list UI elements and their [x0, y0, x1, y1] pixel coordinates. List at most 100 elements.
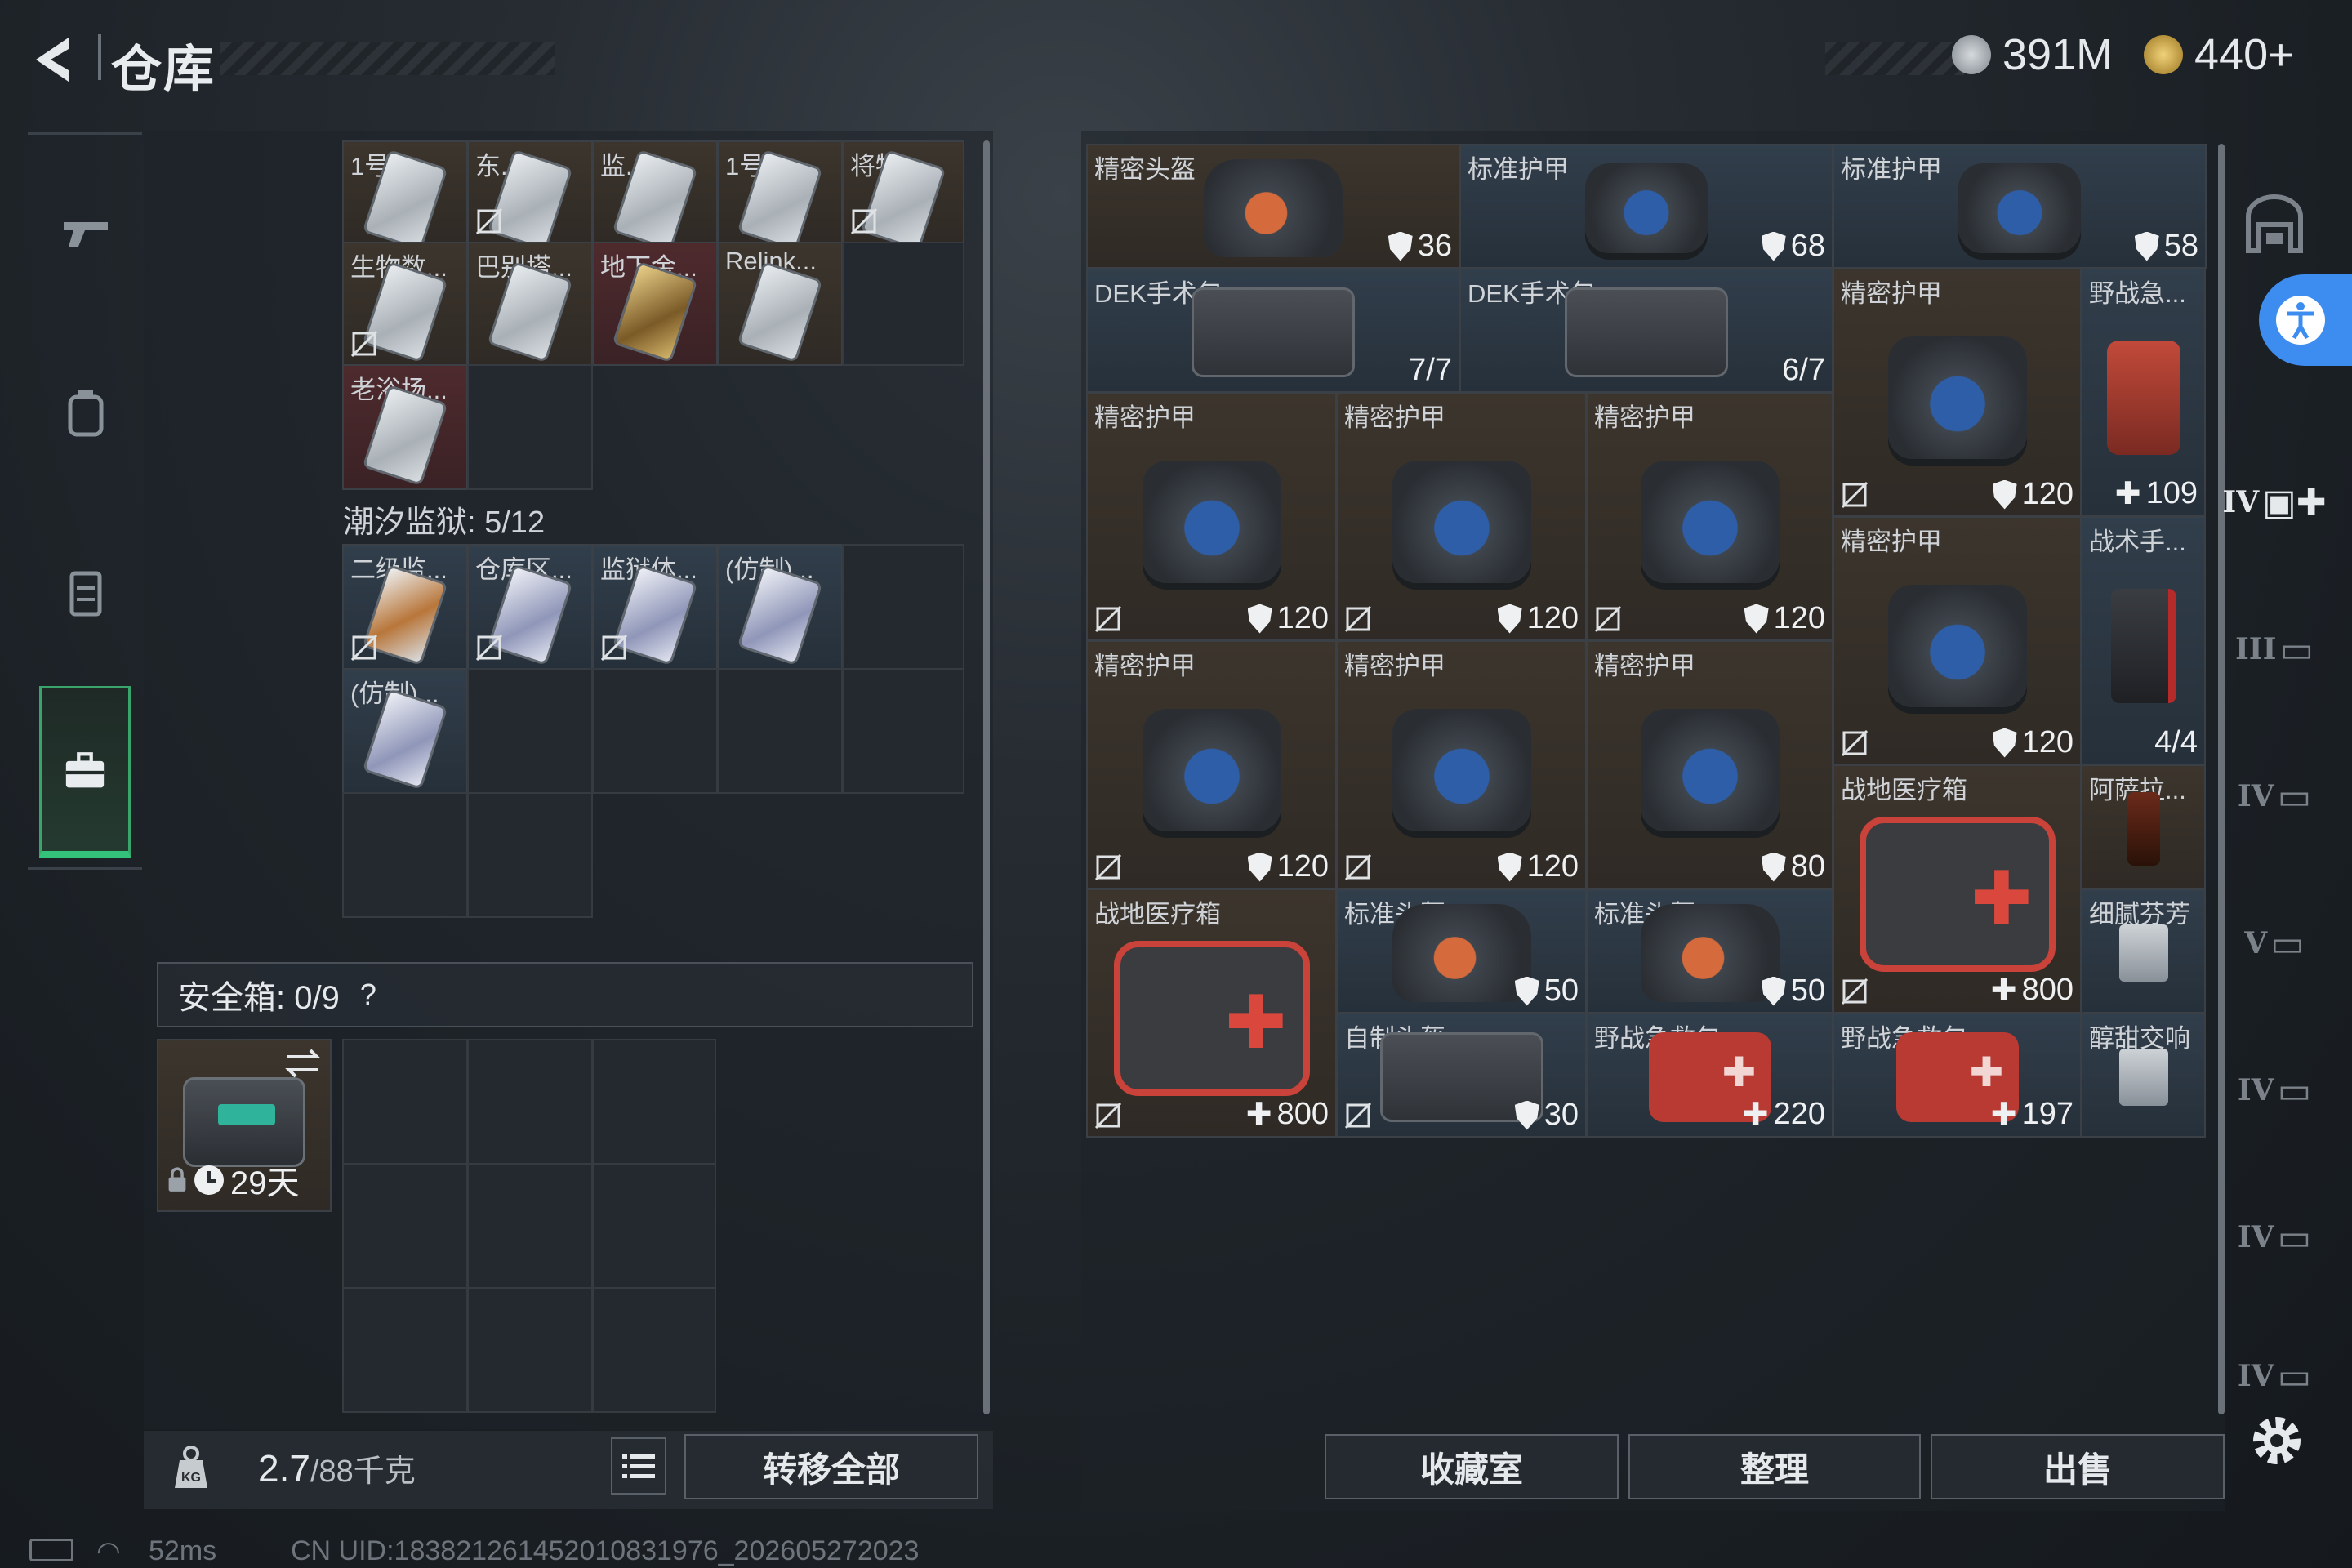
storage-item[interactable]: 细腻芬芳	[2081, 889, 2206, 1013]
storage-item[interactable]: 标准护甲 68	[1459, 144, 1833, 269]
storage-item[interactable]: 战术手... 4/4	[2081, 516, 2206, 765]
stash-item[interactable]: 将物...	[842, 140, 964, 243]
item-value: 120	[1992, 725, 2074, 760]
nav-weapon[interactable]	[49, 196, 122, 270]
stash-item[interactable]: 1号...	[717, 140, 843, 243]
storage-item[interactable]: 精密护甲 120	[1086, 640, 1337, 889]
safebox-slot[interactable]	[467, 1287, 593, 1413]
stash-item[interactable]: 生物数...	[342, 242, 468, 366]
help-button[interactable]: ?	[350, 976, 387, 1013]
safebox-slot[interactable]	[342, 1163, 468, 1289]
settings-button[interactable]	[2244, 1408, 2310, 1473]
storage-item[interactable]: 阿萨拉...	[2081, 764, 2206, 889]
storage-tab[interactable]: V ▭	[2230, 898, 2319, 988]
stash-item[interactable]: (仿制)...	[717, 544, 843, 670]
item-value-text: 800	[1276, 1097, 1329, 1131]
stash-item[interactable]: Relink...	[717, 242, 843, 366]
storage-item[interactable]: 精密护甲 120	[1336, 640, 1587, 889]
stash-item[interactable]: 巴别塔...	[467, 242, 593, 366]
storage-item[interactable]: 标准头盔 50	[1586, 889, 1833, 1013]
empty-slot[interactable]	[842, 544, 964, 670]
empty-slot[interactable]	[842, 242, 964, 366]
storage-tab[interactable]: IV ▭	[2230, 1045, 2319, 1135]
stash-item[interactable]: 老浴场...	[342, 364, 468, 490]
empty-slot[interactable]	[717, 668, 843, 794]
storage-item[interactable]: 精密护甲 120	[1833, 268, 2082, 517]
accessibility-button[interactable]	[2259, 274, 2352, 366]
safebox-slot[interactable]	[342, 1287, 468, 1413]
storage-item[interactable]: 野战急... ✚ 109	[2081, 268, 2206, 517]
empty-slot[interactable]	[342, 792, 468, 918]
storage-item[interactable]: 醇甜交响	[2081, 1013, 2206, 1138]
stash-item[interactable]: 监...	[592, 140, 718, 243]
item-value: 120	[1497, 849, 1579, 884]
vest-icon	[1142, 708, 1281, 831]
storage-item[interactable]: 标准头盔 50	[1336, 889, 1587, 1013]
storage-tab[interactable]: IV ▭	[2230, 1192, 2319, 1282]
organize-button[interactable]: 整理	[1628, 1434, 1921, 1499]
uid-readout: CN UID:183821261452010831976_20260527202…	[291, 1535, 920, 1566]
storage-scrollbar[interactable]	[2218, 144, 2225, 1414]
empty-slot[interactable]	[842, 668, 964, 794]
stash-item[interactable]: 地下金...	[592, 242, 718, 366]
vest-icon	[1392, 460, 1531, 583]
storage-item[interactable]: 精密护甲 120	[1336, 392, 1587, 641]
stash-item[interactable]: 监狱体...	[592, 544, 718, 670]
safebox-slot[interactable]	[467, 1039, 593, 1165]
stash-item[interactable]: 东...	[467, 140, 593, 243]
safebox-slot[interactable]	[592, 1287, 716, 1413]
stash-item[interactable]: 仓库区...	[467, 544, 593, 670]
item-name: 战地医疗箱	[1841, 776, 1967, 804]
chest-rig-icon	[69, 571, 102, 617]
empty-slot[interactable]	[467, 668, 593, 794]
storage-item[interactable]: 精密护甲 80	[1586, 640, 1833, 889]
storage-item[interactable]: 自制头盔30	[1336, 1013, 1587, 1138]
nav-stash-selected[interactable]	[39, 686, 131, 858]
empty-slot[interactable]	[467, 792, 593, 918]
sell-button[interactable]: 出售	[1931, 1434, 2225, 1499]
back-button[interactable]	[26, 31, 83, 88]
case-icon: ▭	[2279, 629, 2314, 670]
transfer-all-button[interactable]: 转移全部	[684, 1434, 978, 1499]
storage-item[interactable]: 精密护甲 120	[1086, 392, 1337, 641]
storage-item[interactable]: 精密护甲 120	[1833, 516, 2082, 765]
untradeable-icon	[1841, 481, 1869, 509]
storage-tab[interactable]: IV ▣✚	[2222, 457, 2326, 547]
nav-rig[interactable]	[49, 555, 122, 629]
armor-icon	[1761, 231, 1786, 261]
safebox-slot[interactable]	[467, 1163, 593, 1289]
nav-backpack[interactable]	[49, 376, 122, 449]
storage-item[interactable]: 战地医疗箱 ✚800	[1086, 889, 1337, 1138]
safebox-container[interactable]: 29天	[157, 1039, 332, 1212]
storage-item[interactable]: 战地医疗箱 ✚800	[1833, 764, 2082, 1013]
safebox-slot[interactable]	[592, 1039, 716, 1165]
weight-current: 2.7	[258, 1447, 310, 1490]
storage-tab-main[interactable]	[2230, 180, 2319, 270]
untradeable-icon	[1094, 605, 1122, 633]
storage-tab[interactable]: III ▭	[2230, 604, 2319, 694]
storage-item[interactable]: DEK手术包 7/7	[1086, 268, 1460, 393]
empty-slot[interactable]	[467, 364, 593, 490]
storage-item[interactable]: DEK手术包 6/7	[1459, 268, 1833, 393]
safebox-slot[interactable]	[342, 1039, 468, 1165]
case-icon: ▭	[2277, 1070, 2312, 1111]
storage-item[interactable]: 标准护甲 58	[1833, 144, 2207, 269]
storage-tab[interactable]: IV ▭	[2230, 751, 2319, 841]
empty-slot[interactable]	[592, 668, 718, 794]
swap-icon[interactable]	[284, 1047, 322, 1080]
stash-item[interactable]: 1号...	[342, 140, 468, 243]
storage-item[interactable]: 精密头盔 36	[1086, 144, 1460, 269]
stash-scrollbar[interactable]	[983, 140, 990, 1414]
stash-item[interactable]: (仿制)...	[342, 668, 468, 794]
heal-icon: ✚	[1245, 1098, 1272, 1132]
storage-item[interactable]: 野战急救包✚220	[1586, 1013, 1833, 1138]
collection-room-button[interactable]: 收藏室	[1325, 1434, 1619, 1499]
storage-item[interactable]: 野战急救包✚197	[1833, 1013, 2082, 1138]
gold-currency[interactable]: 440+	[2144, 29, 2294, 80]
weight-icon: KG	[168, 1444, 214, 1493]
safebox-slot[interactable]	[592, 1163, 716, 1289]
list-view-button[interactable]	[611, 1437, 666, 1494]
storage-item[interactable]: 精密护甲 120	[1586, 392, 1833, 641]
stash-item[interactable]: 二级监...	[342, 544, 468, 670]
untradeable-icon	[1841, 978, 1869, 1005]
